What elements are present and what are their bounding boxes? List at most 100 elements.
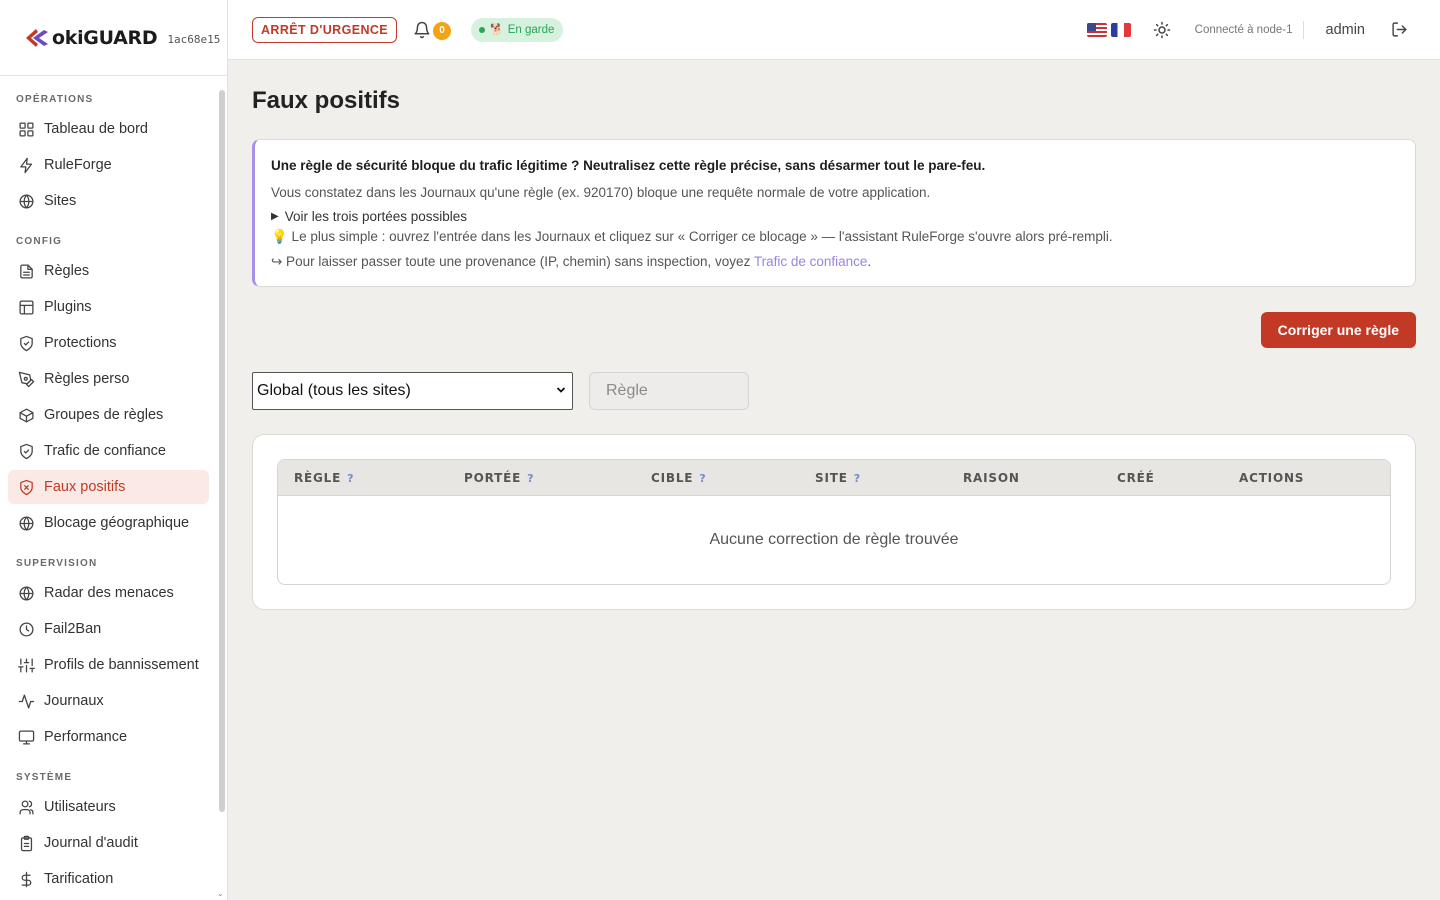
users-icon — [19, 799, 34, 815]
sidebar-item-protections[interactable]: Protections — [8, 326, 209, 360]
logout-button[interactable] — [1391, 21, 1408, 38]
sidebar-item-label: Tableau de bord — [44, 121, 148, 137]
column-header-0: RÈGLE? — [294, 471, 354, 485]
sun-icon — [1153, 21, 1170, 38]
scopes-disclosure[interactable]: ▶ Voir les trois portées possibles — [271, 207, 1397, 227]
column-header-label: ACTIONS — [1239, 470, 1305, 485]
dollar-icon — [21, 871, 32, 887]
scope-select-value: Global (tous les sites) — [257, 382, 411, 399]
sidebar-item-label: Blocage géographique — [44, 515, 190, 531]
column-header-4: RAISON — [963, 471, 1020, 485]
language-switcher — [1086, 22, 1131, 37]
column-header-label: CIBLE — [651, 470, 694, 485]
scopes-disclosure-label: Voir les trois portées possibles — [284, 209, 468, 224]
logout-icon — [1392, 22, 1407, 37]
us-flag-icon[interactable] — [1086, 22, 1107, 37]
sidebar-item-sites[interactable]: Sites — [8, 184, 209, 218]
sidebar-item-label: Règles — [44, 263, 90, 279]
fix-rule-button[interactable]: Corriger une règle — [1260, 312, 1416, 348]
sidebar-item-label: Fail2Ban — [44, 621, 102, 637]
info-callout: Une règle de sécurité bloque du trafic l… — [252, 139, 1416, 287]
sidebar-item-performance[interactable]: Performance — [8, 720, 209, 754]
activity-icon — [18, 693, 35, 709]
info-lead: Une règle de sécurité bloque du trafic l… — [271, 158, 986, 173]
sidebar-item-label: Protections — [44, 335, 117, 351]
brand[interactable]: okiGUARD 1ac68e15 — [0, 0, 227, 76]
sidebar-item-plugins[interactable]: Plugins — [8, 290, 209, 324]
help-icon[interactable]: ? — [527, 472, 533, 485]
fr-flag-icon[interactable] — [1110, 22, 1131, 37]
bolt-icon — [20, 157, 33, 173]
shield-x-icon — [20, 479, 33, 495]
sidebar-item-utilisateurs[interactable]: Utilisateurs — [8, 790, 209, 824]
help-icon[interactable]: ? — [347, 472, 353, 485]
scroll-down-arrow-icon[interactable]: ⌄ — [217, 890, 225, 898]
sidebar-item-radar-des-menaces[interactable]: Radar des menaces — [8, 576, 209, 610]
column-header-label: SITE — [815, 470, 848, 485]
package-icon — [19, 407, 34, 423]
info-description: Vous constatez dans les Journaux qu'une … — [271, 185, 931, 200]
sidebar-item-tableau-de-bord[interactable]: Tableau de bord — [8, 112, 209, 146]
column-header-label: RÈGLE — [294, 470, 342, 485]
sidebar-item-blocage-geographique[interactable]: Blocage géographique — [8, 506, 209, 540]
info-more-prefix: ↪ Pour laisser passer toute une provenan… — [271, 254, 754, 269]
brand-name: okiGUARD — [52, 26, 158, 49]
column-header-2: CIBLE? — [651, 471, 706, 485]
section-title: SYSTÈME — [16, 772, 73, 783]
section-title: SUPERVISION — [16, 558, 98, 569]
sidebar-item-fail2ban[interactable]: Fail2Ban — [8, 612, 209, 646]
trusted-traffic-link[interactable]: Trafic de confiance — [754, 254, 868, 269]
dog-icon: 🐕 — [490, 24, 504, 36]
pen-tool-icon — [18, 371, 35, 387]
sidebar-item-trafic-de-confiance[interactable]: Trafic de confiance — [8, 434, 209, 468]
connected-node-label: Connecté à node-1 — [1195, 20, 1304, 39]
build-hash: 1ac68e15 — [167, 33, 221, 46]
scope-select[interactable]: Global (tous les sites) — [252, 372, 573, 410]
sidebar-item-profils-de-bannissement[interactable]: Profils de bannissement — [8, 648, 209, 682]
guard-status-badge: 🐕 En garde — [471, 17, 564, 42]
sidebar-item-label: Journaux — [44, 693, 104, 709]
notifications-button[interactable]: 0 — [413, 18, 452, 42]
rule-filter-input[interactable]: Règle — [589, 372, 749, 410]
sidebar-item-label: Trafic de confiance — [44, 443, 166, 459]
sidebar-nav: OPÉRATIONS Tableau de bord RuleForge Sites C… — [0, 76, 227, 896]
column-header-6: ACTIONS — [1239, 471, 1304, 485]
guard-status-label: En garde — [507, 23, 555, 36]
sidebar-item-faux-positifs[interactable]: Faux positifs — [8, 470, 209, 504]
user-menu[interactable]: admin — [1326, 22, 1366, 38]
help-icon[interactable]: ? — [699, 472, 705, 485]
sidebar-item-label: Règles perso — [44, 371, 130, 387]
sidebar-item-groupes-de-regles[interactable]: Groupes de règles — [8, 398, 209, 432]
shield-check-icon — [20, 443, 33, 459]
sidebar-item-tarification[interactable]: Tarification — [8, 862, 209, 896]
status-dot — [479, 26, 486, 33]
column-header-3: SITE? — [815, 471, 860, 485]
globe-icon — [19, 515, 34, 531]
sidebar-item-ruleforge[interactable]: RuleForge — [8, 148, 209, 182]
sidebar-item-journal-d-audit[interactable]: Journal d'audit — [8, 826, 209, 860]
theme-toggle-button[interactable] — [1153, 21, 1171, 39]
column-header-5: CRÉÉ — [1117, 471, 1155, 485]
shield-check-icon — [20, 335, 33, 351]
column-header-1: PORTÉE? — [464, 471, 533, 485]
column-header-label: CRÉÉ — [1117, 470, 1155, 485]
sidebar-item-label: Utilisateurs — [44, 799, 116, 815]
sidebar-item-regles[interactable]: Règles — [8, 254, 209, 288]
help-icon[interactable]: ? — [854, 472, 860, 485]
clock-icon — [19, 621, 34, 637]
sidebar-item-regles-perso[interactable]: Règles perso — [8, 362, 209, 396]
section-title: OPÉRATIONS — [16, 94, 94, 105]
sidebar-scrollbar[interactable] — [219, 90, 225, 812]
sidebar-item-label: Sites — [44, 193, 77, 209]
okiguard-logo-icon — [26, 28, 48, 47]
column-header-label: RAISON — [963, 470, 1020, 485]
false-positives-card: RÈGLE? PORTÉE? CIBLE? SITE? RAISON CRÉÉ ACTION… — [252, 434, 1416, 610]
emergency-stop-button[interactable]: ARRÊT D'URGENCE — [252, 16, 398, 43]
file-icon — [20, 263, 33, 279]
main-content: Faux positifs Une règle de sécurité bloq… — [252, 60, 1416, 610]
page-title: Faux positifs — [252, 87, 401, 114]
sidebar: okiGUARD 1ac68e15 OPÉRATIONS Tableau de b… — [0, 0, 228, 900]
sidebar-item-journaux[interactable]: Journaux — [8, 684, 209, 718]
grid-icon — [19, 121, 34, 137]
section-title: CONFIG — [16, 236, 63, 247]
